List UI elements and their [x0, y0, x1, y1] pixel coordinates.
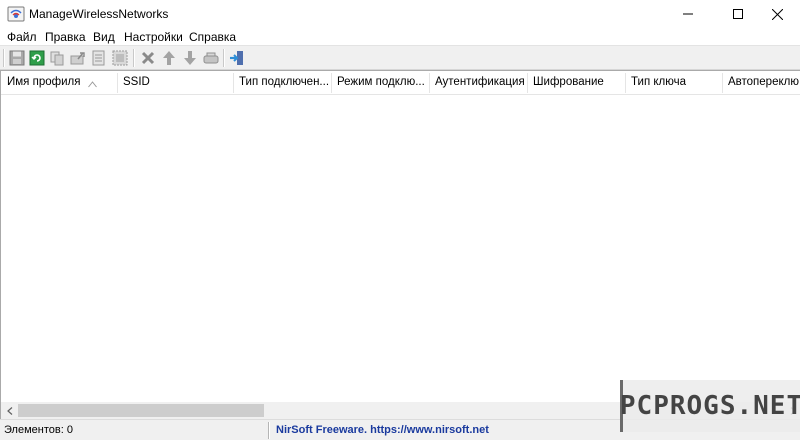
menu-edit[interactable]: Правка: [45, 30, 86, 44]
move-down-icon[interactable]: [182, 50, 198, 66]
toolbar-separator: [223, 49, 225, 67]
title-bar: ManageWirelessNetworks: [0, 0, 800, 28]
watermark-text: PCPROGS.NET: [619, 391, 800, 421]
exit-icon[interactable]: [229, 50, 245, 66]
item-count: Элементов: 0: [4, 424, 73, 436]
save-icon[interactable]: [9, 50, 25, 66]
column-header-authentication[interactable]: Аутентификация: [429, 71, 527, 95]
column-header-connection-mode[interactable]: Режим подклю...: [331, 71, 429, 95]
close-button[interactable]: [755, 0, 800, 28]
window-title: ManageWirelessNetworks: [29, 7, 169, 21]
network-list[interactable]: Имя профиля SSID Тип подключен... Режим …: [0, 70, 800, 402]
column-header-auto-switch[interactable]: Автопереклю...: [722, 71, 800, 95]
watermark: PCPROGS.NET: [620, 380, 800, 432]
sort-ascending-icon: [88, 77, 97, 91]
column-header-connection-type[interactable]: Тип подключен...: [233, 71, 331, 95]
nirsoft-link[interactable]: NirSoft Freeware. https://www.nirsoft.ne…: [272, 420, 489, 440]
properties-icon[interactable]: [91, 50, 107, 66]
close-icon: [772, 8, 783, 20]
chevron-left-icon: [6, 404, 13, 418]
menu-file[interactable]: Файл: [7, 30, 37, 44]
menu-settings[interactable]: Настройки: [124, 30, 183, 44]
menu-help[interactable]: Справка: [189, 30, 236, 44]
app-icon: [7, 5, 25, 23]
copy-icon[interactable]: [49, 50, 65, 66]
toolbar-grip: [3, 49, 5, 67]
maximize-button[interactable]: [715, 0, 760, 28]
column-header-encryption[interactable]: Шифрование: [527, 71, 625, 95]
menu-bar: Файл Правка Вид Настройки Справка: [0, 28, 800, 45]
delete-icon[interactable]: [140, 50, 156, 66]
column-header-key-type[interactable]: Тип ключа: [625, 71, 722, 95]
minimize-button[interactable]: [665, 0, 710, 28]
toolbar-separator: [133, 49, 135, 67]
export-icon[interactable]: [70, 50, 86, 66]
toolbar: [0, 45, 800, 70]
select-icon[interactable]: [112, 50, 128, 66]
connect-icon[interactable]: [203, 50, 219, 66]
scroll-left-button[interactable]: [1, 402, 18, 419]
scroll-thumb[interactable]: [18, 404, 264, 417]
menu-view[interactable]: Вид: [93, 30, 115, 44]
column-header-ssid[interactable]: SSID: [117, 71, 233, 95]
status-divider: [268, 422, 270, 439]
minimize-icon: [682, 9, 693, 19]
refresh-icon[interactable]: [29, 50, 45, 66]
list-header: Имя профиля SSID Тип подключен... Режим …: [1, 71, 800, 95]
move-up-icon[interactable]: [161, 50, 177, 66]
maximize-icon: [732, 9, 743, 19]
column-header-profile-name[interactable]: Имя профиля: [1, 71, 117, 95]
